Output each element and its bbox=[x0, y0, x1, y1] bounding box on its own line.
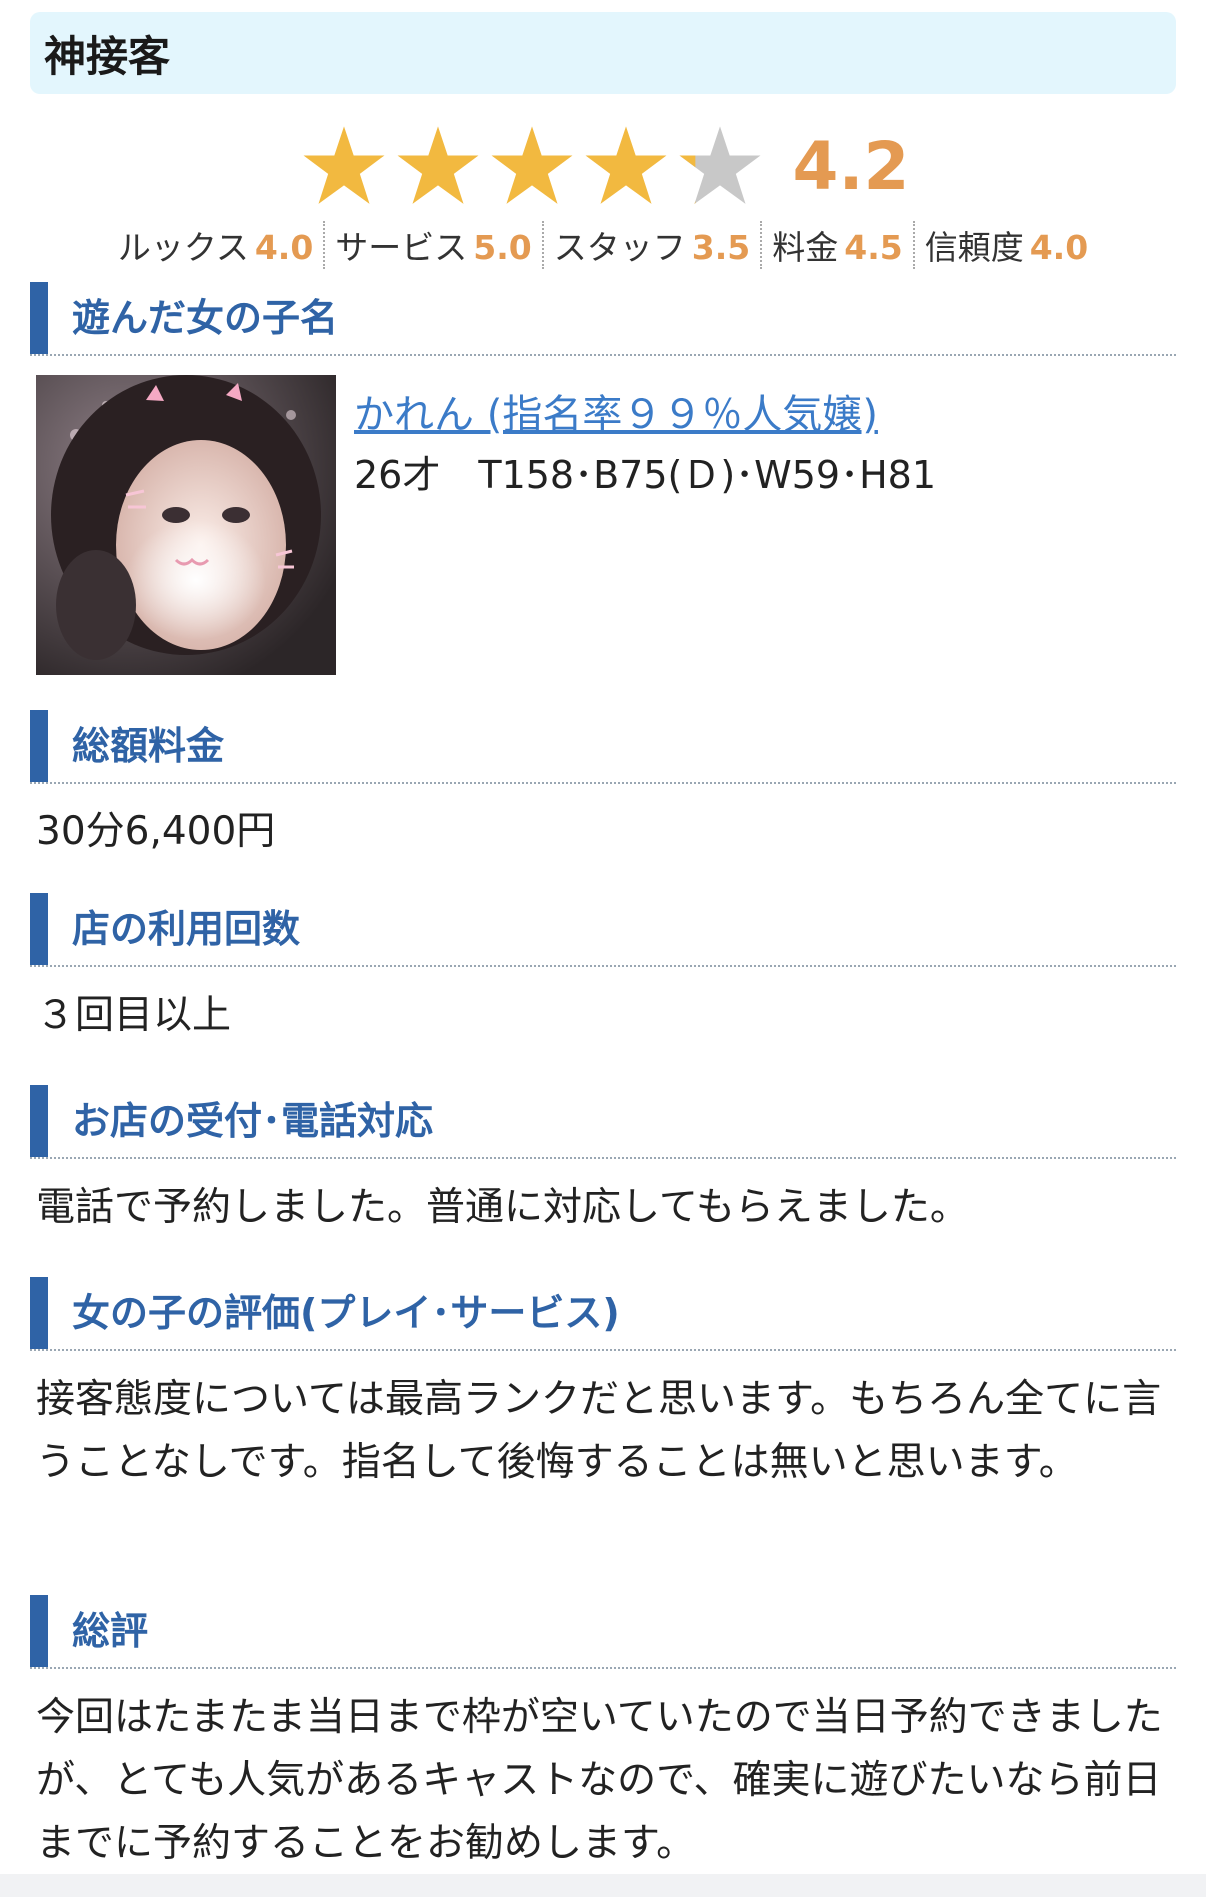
heading-accent-bar bbox=[30, 1277, 48, 1349]
price-text: 30分6,400円 bbox=[36, 809, 276, 854]
section-heading-text: お店の受付･電話対応 bbox=[72, 1099, 434, 1143]
sub-rating-value: 4.0 bbox=[254, 228, 314, 267]
girl-photo[interactable] bbox=[36, 375, 336, 675]
sub-rating-price: 料金 4.5 bbox=[762, 221, 915, 269]
overall-rating-value: 4.2 bbox=[792, 127, 910, 205]
sub-rating-service: サービス 5.0 bbox=[325, 221, 544, 269]
overall-text: 今回はたまたま当日まで枠が空いていたので当日予約できましたが、とても人気があるキ… bbox=[36, 1695, 1163, 1866]
sub-rating-label: 料金 bbox=[772, 228, 839, 267]
sub-rating-trust: 信頼度 4.0 bbox=[915, 221, 1098, 269]
star-partial-icon bbox=[679, 126, 761, 204]
section-heading-text: 店の利用回数 bbox=[72, 907, 301, 951]
sub-rating-label: 信頼度 bbox=[924, 228, 1024, 267]
reception-text: 電話で予約しました。普通に対応してもらえました。 bbox=[36, 1185, 969, 1230]
star-icon bbox=[585, 126, 667, 204]
visits-text: ３回目以上 bbox=[36, 993, 232, 1038]
heading-accent-bar bbox=[30, 282, 48, 354]
star-icon bbox=[397, 126, 479, 204]
sub-rating-value: 4.5 bbox=[844, 228, 903, 267]
girl-name-link[interactable]: かれん (指名率９９％人気嬢) bbox=[354, 382, 878, 440]
overall-rating: 4.2 bbox=[0, 116, 1206, 216]
section-heading-text: 遊んだ女の子名 bbox=[72, 296, 339, 340]
girl-stats: 26才 T158･B75(Ｄ)･W59･H81 bbox=[354, 453, 937, 497]
heading-accent-bar bbox=[30, 1595, 48, 1667]
sub-rating-value: 4.0 bbox=[1029, 228, 1089, 267]
review-page: 神接客 4.2 ルックス 4.0 サービス 5.0 スタッフ 3.5 料金 4.5 信頼… bbox=[0, 0, 1206, 1897]
heading-accent-bar bbox=[30, 710, 48, 782]
heading-accent-bar bbox=[30, 1085, 48, 1157]
sub-ratings: ルックス 4.0 サービス 5.0 スタッフ 3.5 料金 4.5 信頼度 4.0 bbox=[0, 220, 1206, 270]
review-title: 神接客 bbox=[44, 31, 171, 81]
section-heading-girl: 遊んだ女の子名 bbox=[30, 282, 1176, 356]
star-icon bbox=[491, 126, 573, 204]
section-heading-text: 総額料金 bbox=[72, 724, 225, 768]
sub-rating-staff: スタッフ 3.5 bbox=[544, 221, 763, 269]
section-heading-text: 総評 bbox=[72, 1609, 149, 1653]
section-heading-visits: 店の利用回数 bbox=[30, 893, 1176, 967]
section-heading-girl-eval: 女の子の評価(プレイ･サービス) bbox=[30, 1277, 1176, 1351]
review-title-bar: 神接客 bbox=[30, 12, 1176, 94]
bottom-edge bbox=[0, 1874, 1206, 1897]
star-icon bbox=[303, 126, 385, 204]
section-heading-reception: お店の受付･電話対応 bbox=[30, 1085, 1176, 1159]
section-heading-price: 総額料金 bbox=[30, 710, 1176, 784]
sub-rating-value: 5.0 bbox=[473, 228, 532, 267]
sub-rating-label: ルックス bbox=[117, 228, 249, 267]
section-heading-overall: 総評 bbox=[30, 1595, 1176, 1669]
sub-rating-label: サービス bbox=[335, 228, 468, 267]
sub-rating-label: スタッフ bbox=[553, 228, 686, 267]
sub-rating-value: 3.5 bbox=[691, 228, 751, 267]
girl-eval-text: 接客態度については最高ランクだと思います。もちろん全てに言うことなしです。指名し… bbox=[36, 1377, 1162, 1485]
section-heading-text: 女の子の評価(プレイ･サービス) bbox=[72, 1291, 620, 1335]
sub-rating-looks: ルックス 4.0 bbox=[108, 221, 326, 269]
girl-photo-image bbox=[36, 375, 336, 675]
heading-accent-bar bbox=[30, 893, 48, 965]
